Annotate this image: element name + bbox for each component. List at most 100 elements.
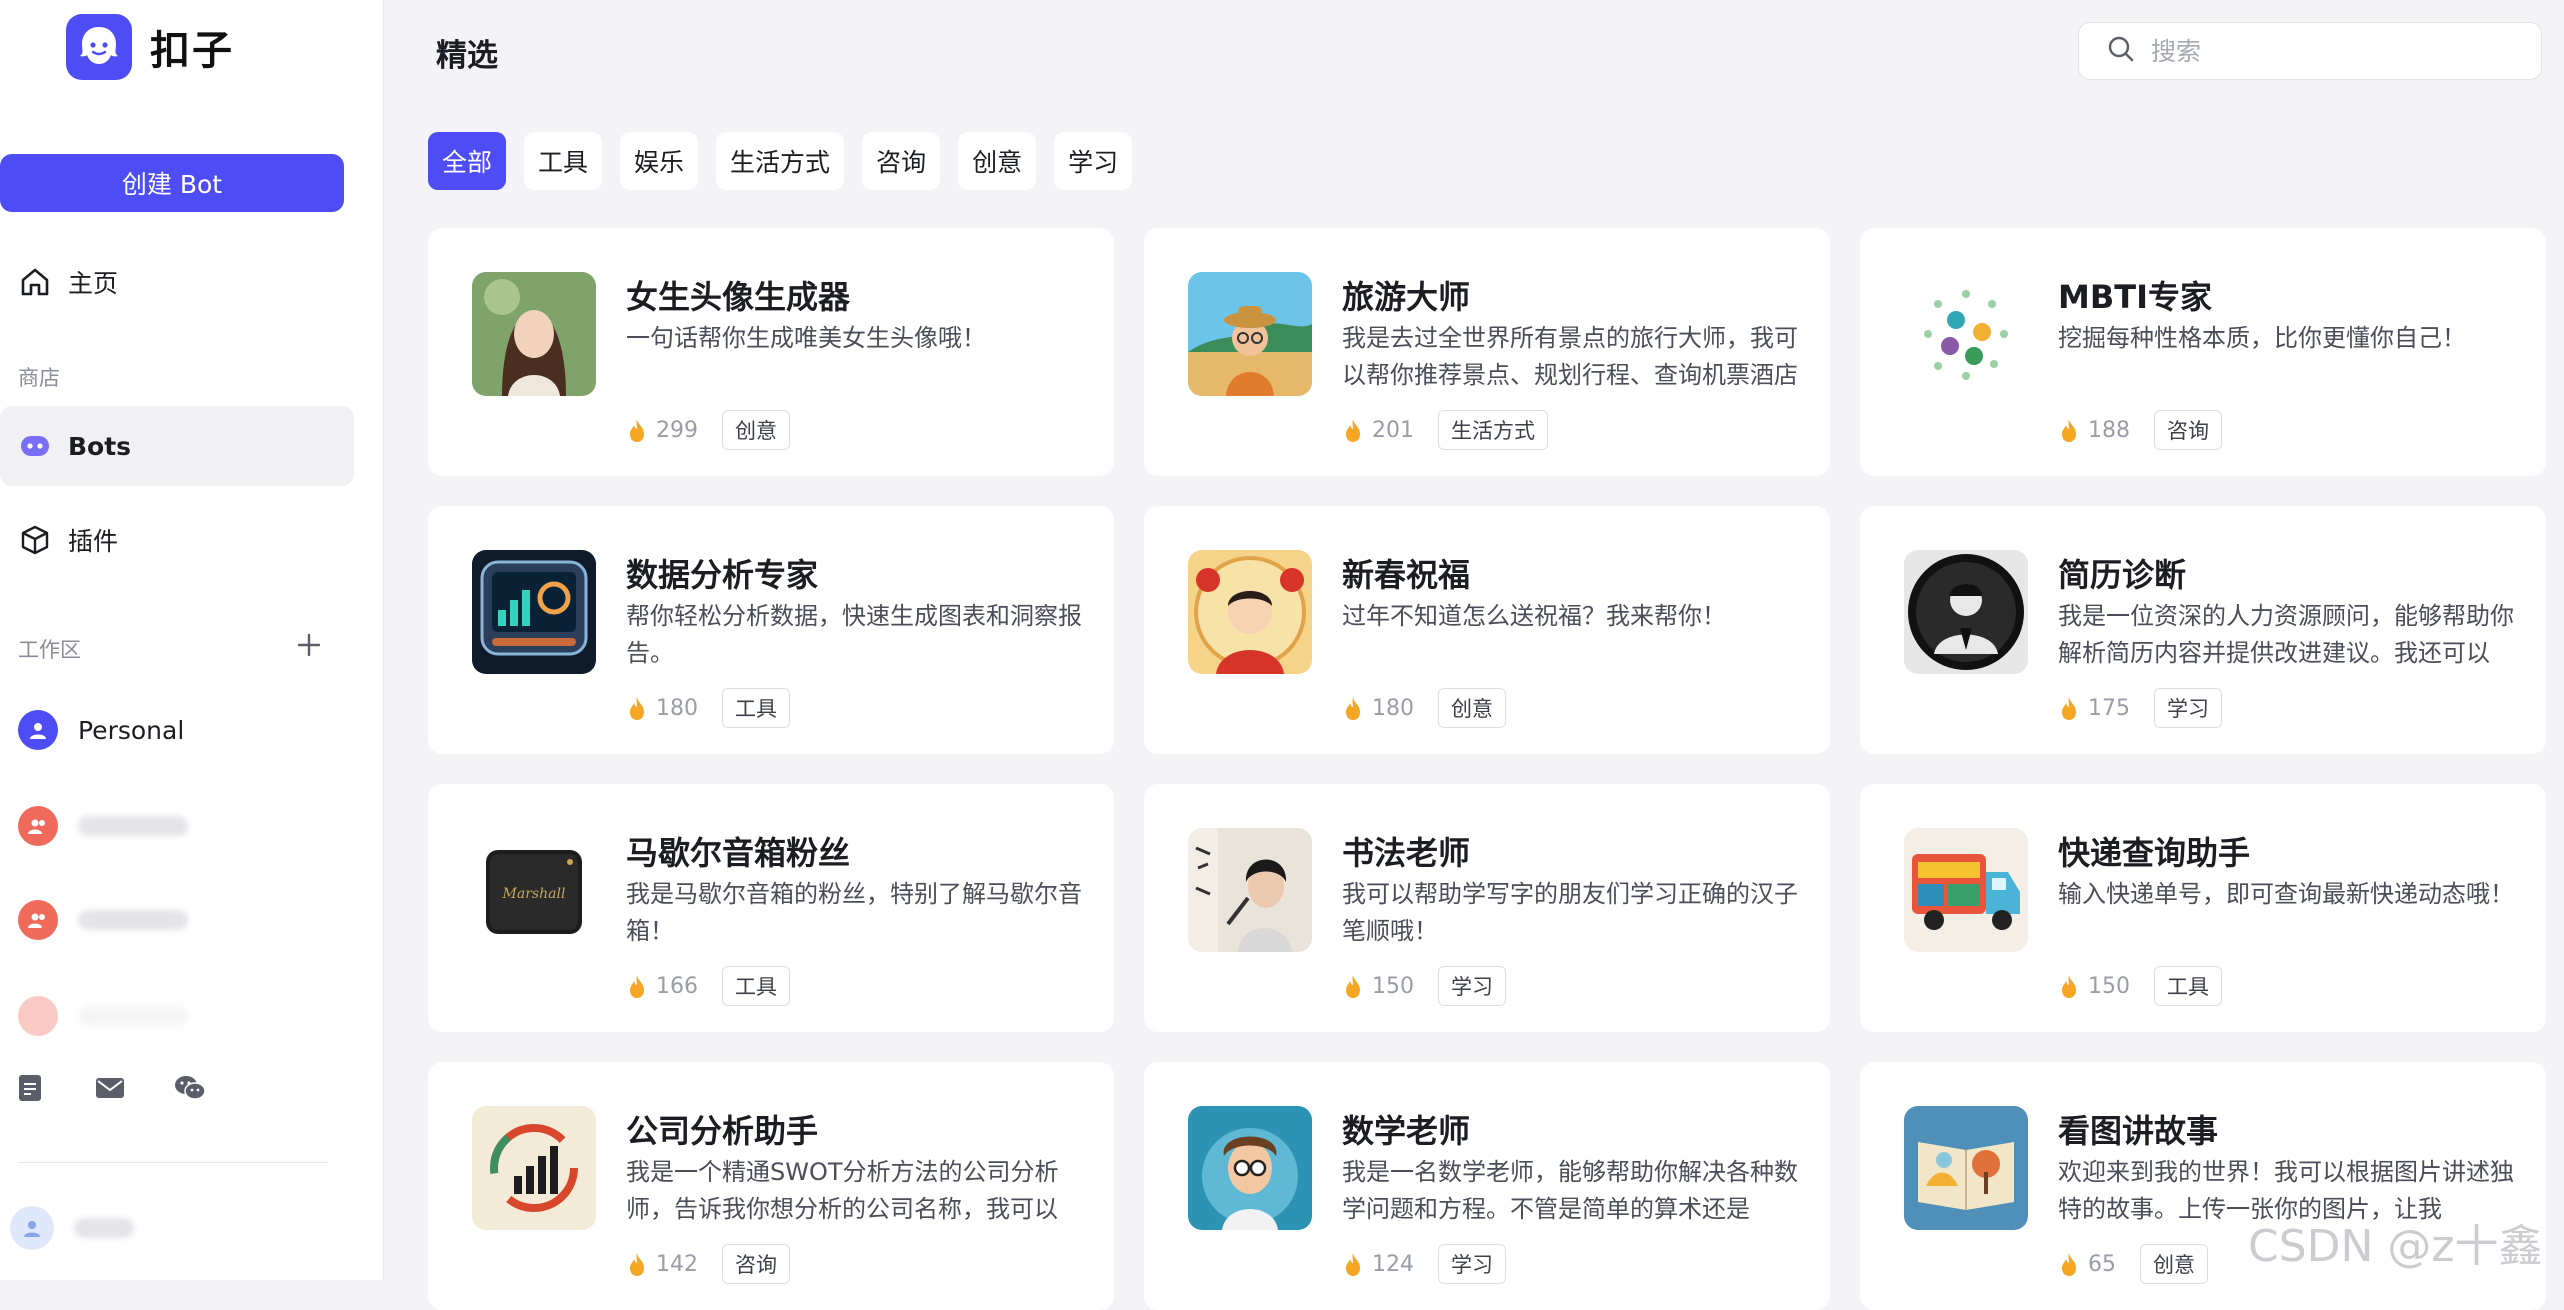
bot-card[interactable]: MBTI专家 挖掘每种性格本质，比你更懂你自己！ 188 咨询	[1860, 228, 2546, 476]
search-box[interactable]	[2078, 22, 2542, 80]
tab-consulting[interactable]: 咨询	[862, 132, 941, 190]
logo[interactable]: 扣子	[66, 14, 234, 80]
watermark: CSDN @z十鑫	[2248, 1221, 2543, 1272]
create-bot-button[interactable]: 创建 Bot	[0, 154, 344, 212]
category-tag[interactable]: 工具	[722, 966, 790, 1006]
sidebar-item-home[interactable]: 主页	[0, 242, 354, 322]
bot-meta: 201 生活方式	[1342, 410, 1548, 450]
bot-card[interactable]: 公司分析助手 我是一个精通SWOT分析方法的公司分析师，告诉我你想分析的公司名称…	[428, 1062, 1114, 1310]
workspace-item-team[interactable]	[18, 986, 188, 1046]
bot-description: 一句话帮你生成唯美女生头像哦！	[626, 324, 986, 352]
user-avatar-icon	[18, 710, 58, 750]
add-workspace-icon[interactable]	[292, 628, 326, 662]
home-icon	[18, 265, 52, 299]
category-tag[interactable]: 工具	[2154, 966, 2222, 1006]
usage-count: 150	[2088, 973, 2130, 999]
blurred-workspace-name	[78, 910, 188, 930]
bot-name: 新春祝福	[1342, 556, 1471, 594]
flame-icon	[2058, 973, 2080, 999]
page-title: 精选	[436, 38, 498, 74]
wechat-icon[interactable]	[170, 1068, 210, 1108]
bot-card[interactable]: Marshall 马歇尔音箱粉丝 我是马歇尔音箱的粉丝，特别了解马歇尔音箱！ 1…	[428, 784, 1114, 1032]
usage-count: 188	[2088, 417, 2130, 443]
bot-meta: 175 学习	[2058, 688, 2222, 728]
bot-card[interactable]: 新春祝福 过年不知道怎么送祝福？我来帮你！ 180 创意	[1144, 506, 1830, 754]
cube-icon	[18, 523, 52, 557]
bot-card[interactable]: 快递查询助手 输入快递单号，即可查询最新快递动态哦！ 150 工具	[1860, 784, 2546, 1032]
company-chart-icon	[472, 1106, 596, 1230]
blurred-workspace-name	[78, 816, 188, 836]
tab-tools[interactable]: 工具	[524, 132, 603, 190]
bot-card[interactable]: 数据分析专家 帮你轻松分析数据，快速生成图表和洞察报告。 180 工具	[428, 506, 1114, 754]
sidebar-item-label: 插件	[68, 527, 119, 556]
traveler-icon	[1188, 272, 1312, 396]
tab-learning[interactable]: 学习	[1054, 132, 1133, 190]
flame-icon	[2058, 1251, 2080, 1277]
document-icon[interactable]	[10, 1068, 50, 1108]
bot-description: 我是马歇尔音箱的粉丝，特别了解马歇尔音箱！	[626, 880, 1082, 945]
bot-card[interactable]: 旅游大师 我是去过全世界所有景点的旅行大师，我可以帮你推荐景点、规划行程、查询机…	[1144, 228, 1830, 476]
sidebar-item-bots[interactable]: Bots	[0, 406, 354, 486]
sidebar-item-label: 主页	[68, 269, 119, 298]
search-input[interactable]	[2149, 35, 2513, 67]
bot-card[interactable]: 简历诊断 我是一位资深的人力资源顾问，能够帮助你解析简历内容并提供改进建议。我还…	[1860, 506, 2546, 754]
bot-description: 输入快递单号，即可查询最新快递动态哦！	[2058, 880, 2514, 908]
workspace-label: Personal	[78, 715, 185, 745]
bot-description: 过年不知道怎么送祝福？我来帮你！	[1342, 602, 1726, 630]
bot-meta: 150 工具	[2058, 966, 2222, 1006]
tab-entertainment[interactable]: 娱乐	[620, 132, 699, 190]
flame-icon	[1342, 695, 1364, 721]
flame-icon	[626, 417, 648, 443]
bot-description: 我是一个精通SWOT分析方法的公司分析师，告诉我你想分析的公司名称，我可以	[626, 1158, 1059, 1223]
category-tag[interactable]: 生活方式	[1438, 410, 1548, 450]
app-name: 扣子	[150, 28, 234, 74]
team-avatar-icon	[18, 900, 58, 940]
usage-count: 180	[656, 695, 698, 721]
flame-icon	[626, 973, 648, 999]
category-tag[interactable]: 学习	[1438, 966, 1506, 1006]
flame-icon	[2058, 695, 2080, 721]
mail-icon[interactable]	[90, 1068, 130, 1108]
category-tag[interactable]: 工具	[722, 688, 790, 728]
bot-card[interactable]: 女生头像生成器 一句话帮你生成唯美女生头像哦！ 299 创意	[428, 228, 1114, 476]
category-tag[interactable]: 创意	[2140, 1244, 2208, 1284]
blurred-user-name	[74, 1218, 134, 1238]
workspace-item-team[interactable]	[18, 890, 188, 950]
bot-meta: 65 创意	[2058, 1244, 2208, 1284]
category-tag[interactable]: 咨询	[722, 1244, 790, 1284]
category-tag[interactable]: 学习	[1438, 1244, 1506, 1284]
bot-icon	[18, 429, 52, 463]
bot-meta: 166 工具	[626, 966, 790, 1006]
bot-card[interactable]: 书法老师 我可以帮助学写字的朋友们学习正确的汉子笔顺哦！ 150 学习	[1144, 784, 1830, 1032]
category-tag[interactable]: 创意	[1438, 688, 1506, 728]
calligraphy-teacher-icon	[1188, 828, 1312, 952]
workspace-item-personal[interactable]: Personal	[18, 700, 184, 760]
workspace-item-team[interactable]	[18, 796, 188, 856]
sidebar-item-label: Bots	[68, 431, 132, 461]
bot-name: 马歇尔音箱粉丝	[626, 834, 851, 872]
flame-icon	[1342, 1251, 1364, 1277]
category-tag[interactable]: 学习	[2154, 688, 2222, 728]
bot-description: 我是一名数学老师，能够帮助你解决各种数学问题和方程。不管是简单的算术还是	[1342, 1158, 1798, 1223]
category-tag[interactable]: 创意	[722, 410, 790, 450]
svg-text:Marshall: Marshall	[502, 886, 566, 902]
bot-name: 书法老师	[1342, 834, 1471, 872]
bot-description: 帮你轻松分析数据，快速生成图表和洞察报告。	[626, 602, 1082, 667]
tab-creative[interactable]: 创意	[958, 132, 1037, 190]
usage-count: 65	[2088, 1251, 2116, 1277]
usage-count: 142	[656, 1251, 698, 1277]
tab-all[interactable]: 全部	[428, 132, 507, 190]
usage-count: 299	[656, 417, 698, 443]
sidebar-item-plugins[interactable]: 插件	[0, 500, 354, 580]
bot-name: 数据分析专家	[626, 556, 819, 594]
girl-portrait-icon	[472, 272, 596, 396]
bot-meta: 299 创意	[626, 410, 790, 450]
category-tag[interactable]: 咨询	[2154, 410, 2222, 450]
bot-name: 女生头像生成器	[626, 278, 851, 316]
bot-description: 我是去过全世界所有景点的旅行大师，我可以帮你推荐景点、规划行程、查询机票酒店	[1342, 324, 1798, 389]
user-profile[interactable]	[10, 1206, 134, 1250]
bot-card[interactable]: 数学老师 我是一名数学老师，能够帮助你解决各种数学问题和方程。不管是简单的算术还…	[1144, 1062, 1830, 1310]
tab-lifestyle[interactable]: 生活方式	[716, 132, 845, 190]
usage-count: 124	[1372, 1251, 1414, 1277]
bot-meta: 188 咨询	[2058, 410, 2222, 450]
